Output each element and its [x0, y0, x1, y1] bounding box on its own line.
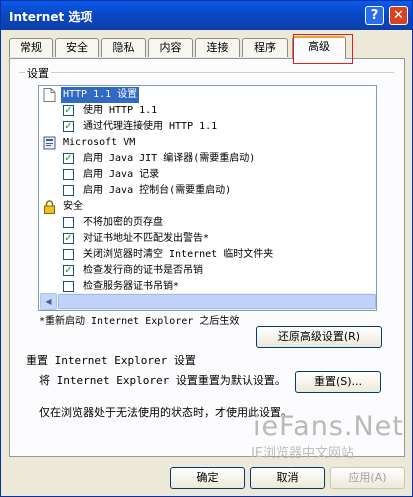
tab-general[interactable]: 常规	[9, 38, 53, 57]
tab-content[interactable]: 内容	[148, 38, 193, 57]
lock-icon	[44, 200, 55, 214]
horizontal-scrollbar[interactable]: ◀ ▶	[40, 293, 376, 310]
apply-button[interactable]: 应用(A)	[330, 467, 405, 489]
page-icon	[43, 88, 56, 102]
checkbox[interactable]	[63, 249, 74, 260]
highlight-box	[293, 34, 353, 64]
list-item-label: 检查发行商的证书是否吊销	[83, 265, 203, 276]
internet-options-window: Internet 选项 ? ✕ 常规 安全 隐私 内容 连接 程序 高级 设置 …	[0, 0, 413, 497]
tab-connections[interactable]: 连接	[195, 38, 240, 57]
list-item-label: 启用 Java 控制台(需要重启动)	[83, 185, 232, 196]
checkbox[interactable]: ✓	[63, 105, 74, 116]
window-title: Internet 选项	[9, 10, 93, 24]
list-header-label: HTTP 1.1 设置	[61, 87, 140, 103]
list-item-label: 使用 HTTP 1.1	[83, 105, 158, 116]
scroll-left-button[interactable]: ◀	[40, 293, 57, 310]
list-item-label: 启用 Java 记录	[83, 169, 160, 180]
checkbox[interactable]: ✓	[63, 121, 74, 132]
close-button[interactable]: ✕	[389, 6, 408, 25]
list-item-label: 启用 Java JIT 编译器(需要重启动)	[83, 153, 256, 164]
help-button[interactable]: ?	[365, 6, 384, 25]
watermark-logo: ieFans.Net	[253, 411, 404, 442]
checkbox[interactable]	[63, 281, 74, 292]
reset-heading: 重置 Internet Explorer 设置	[26, 354, 196, 367]
group-divider	[19, 72, 394, 73]
checkbox[interactable]	[63, 169, 74, 180]
settings-group-label: 设置	[25, 65, 51, 81]
reset-button[interactable]: 重置(S)...	[295, 371, 381, 393]
restart-note: *重新启动 Internet Explorer 之后生效	[39, 316, 240, 327]
checkbox[interactable]: ✓	[63, 265, 74, 276]
checkbox[interactable]: ✓	[63, 233, 74, 244]
tab-privacy[interactable]: 隐私	[101, 38, 146, 57]
list-header-label: Microsoft VM	[63, 137, 136, 148]
checkbox[interactable]: ✓	[63, 153, 74, 164]
checkbox[interactable]	[63, 217, 74, 228]
tab-programs[interactable]: 程序	[242, 38, 288, 57]
watermark-subtitle: IE浏览器中文网站	[251, 446, 355, 461]
ok-button[interactable]: 确定	[170, 467, 245, 489]
list-header-label: 安全	[63, 201, 83, 212]
horizontal-scroll-thumb[interactable]	[58, 294, 376, 309]
list-item-label: 对证书地址不匹配发出警告*	[83, 233, 210, 244]
settings-list[interactable]: HTTP 1.1 设置 ✓ 使用 HTTP 1.1 ✓ 通过代理连接使用 HTT…	[38, 85, 377, 311]
reset-description: 将 Internet Explorer 设置重置为默认设置。	[39, 374, 286, 387]
java-vm-icon	[43, 136, 56, 150]
checkbox[interactable]	[63, 185, 74, 196]
title-bar[interactable]: Internet 选项 ? ✕	[1, 1, 412, 30]
list-item-label: 通过代理连接使用 HTTP 1.1	[83, 121, 218, 132]
list-item-label: 关闭浏览器时清空 Internet 临时文件夹	[83, 249, 274, 260]
cancel-button[interactable]: 取消	[250, 467, 325, 489]
tab-security[interactable]: 安全	[55, 38, 99, 57]
restore-advanced-settings-button[interactable]: 还原高级设置(R)	[256, 326, 382, 348]
list-item-label: 不将加密的页存盘	[83, 217, 163, 228]
